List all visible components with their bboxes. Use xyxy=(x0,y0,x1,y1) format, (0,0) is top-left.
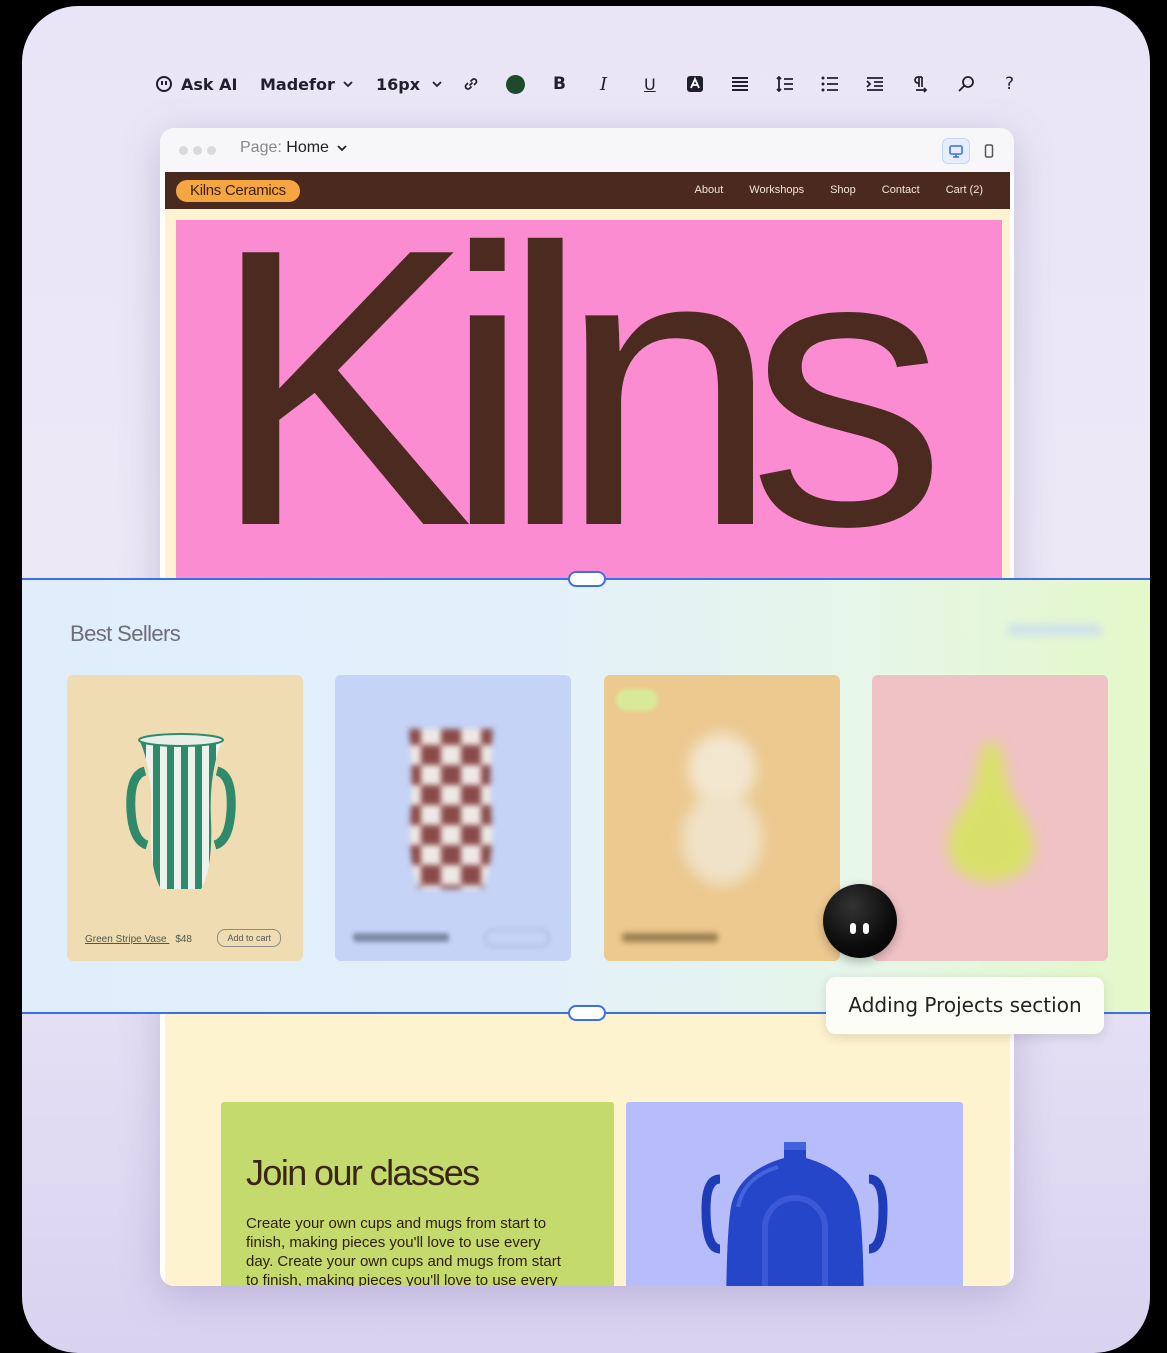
product-name-text: Green Stripe Vase xyxy=(85,934,167,945)
shop-all-link[interactable] xyxy=(1007,624,1102,636)
product-name[interactable] xyxy=(353,933,449,945)
product-card[interactable] xyxy=(604,675,840,961)
product-price: $48 xyxy=(175,934,192,945)
color-swatch xyxy=(506,74,525,94)
product-name[interactable]: Green Stripe Vase $48 xyxy=(85,934,192,945)
font-size-dropdown[interactable]: 16px xyxy=(376,62,442,106)
line-height-icon xyxy=(776,76,793,92)
link-button[interactable] xyxy=(462,62,480,106)
nav-workshops[interactable]: Workshops xyxy=(749,184,804,196)
clear-format-button[interactable] xyxy=(957,62,975,106)
text-color-button[interactable] xyxy=(506,62,525,106)
ask-ai-button[interactable]: Ask AI xyxy=(155,62,237,106)
classes-description[interactable]: Create your own cups and mugs from start… xyxy=(246,1214,566,1286)
align-justify-icon xyxy=(732,77,748,91)
product-card[interactable] xyxy=(335,675,571,961)
classes-title[interactable]: Join our classes xyxy=(246,1152,480,1194)
window-controls xyxy=(179,146,216,155)
product-card[interactable]: Green Stripe Vase $48 Add to cart xyxy=(67,675,303,961)
help-button[interactable]: ? xyxy=(1005,62,1014,106)
editor-top-bar: Page: Home xyxy=(160,128,1014,172)
stacked-vase-image xyxy=(682,733,762,885)
chevron-down-icon xyxy=(343,81,353,88)
chevron-down-icon xyxy=(432,81,442,88)
text-direction-button[interactable] xyxy=(911,62,929,106)
app-frame: Ask AI Madefor 16px B I U ? Page: Home K… xyxy=(22,6,1150,1353)
font-family-dropdown[interactable]: Madefor xyxy=(260,62,353,106)
nav-about[interactable]: About xyxy=(695,184,724,196)
desktop-view-button[interactable] xyxy=(942,138,970,164)
indent-icon xyxy=(866,77,883,91)
ai-eye-right xyxy=(863,923,869,934)
mobile-view-button[interactable] xyxy=(976,139,1002,163)
product-name[interactable] xyxy=(622,933,718,945)
mobile-icon xyxy=(984,144,994,158)
resize-handle-bottom[interactable] xyxy=(568,1005,606,1021)
add-to-cart-button[interactable] xyxy=(485,929,549,947)
font-family-value: Madefor xyxy=(260,74,335,94)
site-nav: About Workshops Shop Contact Cart (2) xyxy=(695,184,983,196)
nav-contact[interactable]: Contact xyxy=(882,184,920,196)
sale-badge xyxy=(616,689,658,711)
ai-status-tooltip: Adding Projects section xyxy=(826,977,1104,1034)
line-height-button[interactable] xyxy=(776,62,794,106)
pear-vase-image xyxy=(947,741,1035,882)
resize-handle-top[interactable] xyxy=(568,571,606,587)
hero-title[interactable]: Kilns xyxy=(210,220,946,585)
highlight-button[interactable] xyxy=(686,62,704,106)
highlight-icon xyxy=(687,76,703,92)
desktop-icon xyxy=(949,144,963,158)
font-size-value: 16px xyxy=(376,74,421,94)
best-sellers-section[interactable]: Best Sellers Green Stripe Vase $48 Add t… xyxy=(22,571,1150,1021)
nav-shop[interactable]: Shop xyxy=(830,184,856,196)
device-toggle xyxy=(942,138,1002,164)
paragraph-direction-icon xyxy=(914,76,928,93)
ask-ai-label: Ask AI xyxy=(181,74,238,94)
page-label: Page: xyxy=(240,139,282,156)
chevron-down-icon xyxy=(337,145,348,152)
page-selector[interactable]: Page: Home xyxy=(240,139,348,157)
ai-eye-left xyxy=(850,923,856,934)
best-sellers-title[interactable]: Best Sellers xyxy=(70,621,181,647)
page-name: Home xyxy=(286,139,329,156)
checkered-vase-image xyxy=(409,729,493,889)
blue-vase-image xyxy=(701,1142,888,1286)
classes-text-panel[interactable]: Join our classes Create your own cups an… xyxy=(221,1102,614,1286)
ai-agent-cursor xyxy=(823,884,897,958)
align-button[interactable] xyxy=(731,62,749,106)
ai-icon xyxy=(156,76,172,92)
site-header: Kilns Ceramics About Workshops Shop Cont… xyxy=(165,172,1010,209)
site-logo[interactable]: Kilns Ceramics xyxy=(176,180,300,202)
indent-button[interactable] xyxy=(866,62,884,106)
striped-vase-image xyxy=(126,733,236,889)
nav-cart[interactable]: Cart (2) xyxy=(946,184,983,196)
classes-image[interactable] xyxy=(626,1102,963,1286)
italic-button[interactable]: I xyxy=(600,62,607,106)
product-card[interactable] xyxy=(872,675,1108,961)
bullet-list-button[interactable] xyxy=(821,62,839,106)
link-icon xyxy=(464,78,478,90)
list-icon xyxy=(821,76,838,92)
magic-search-icon xyxy=(958,76,974,92)
add-to-cart-button[interactable]: Add to cart xyxy=(217,929,281,947)
underline-button[interactable]: U xyxy=(644,62,656,106)
classes-section: Join our classes Create your own cups an… xyxy=(210,1087,972,1286)
bold-button[interactable]: B xyxy=(553,62,566,106)
